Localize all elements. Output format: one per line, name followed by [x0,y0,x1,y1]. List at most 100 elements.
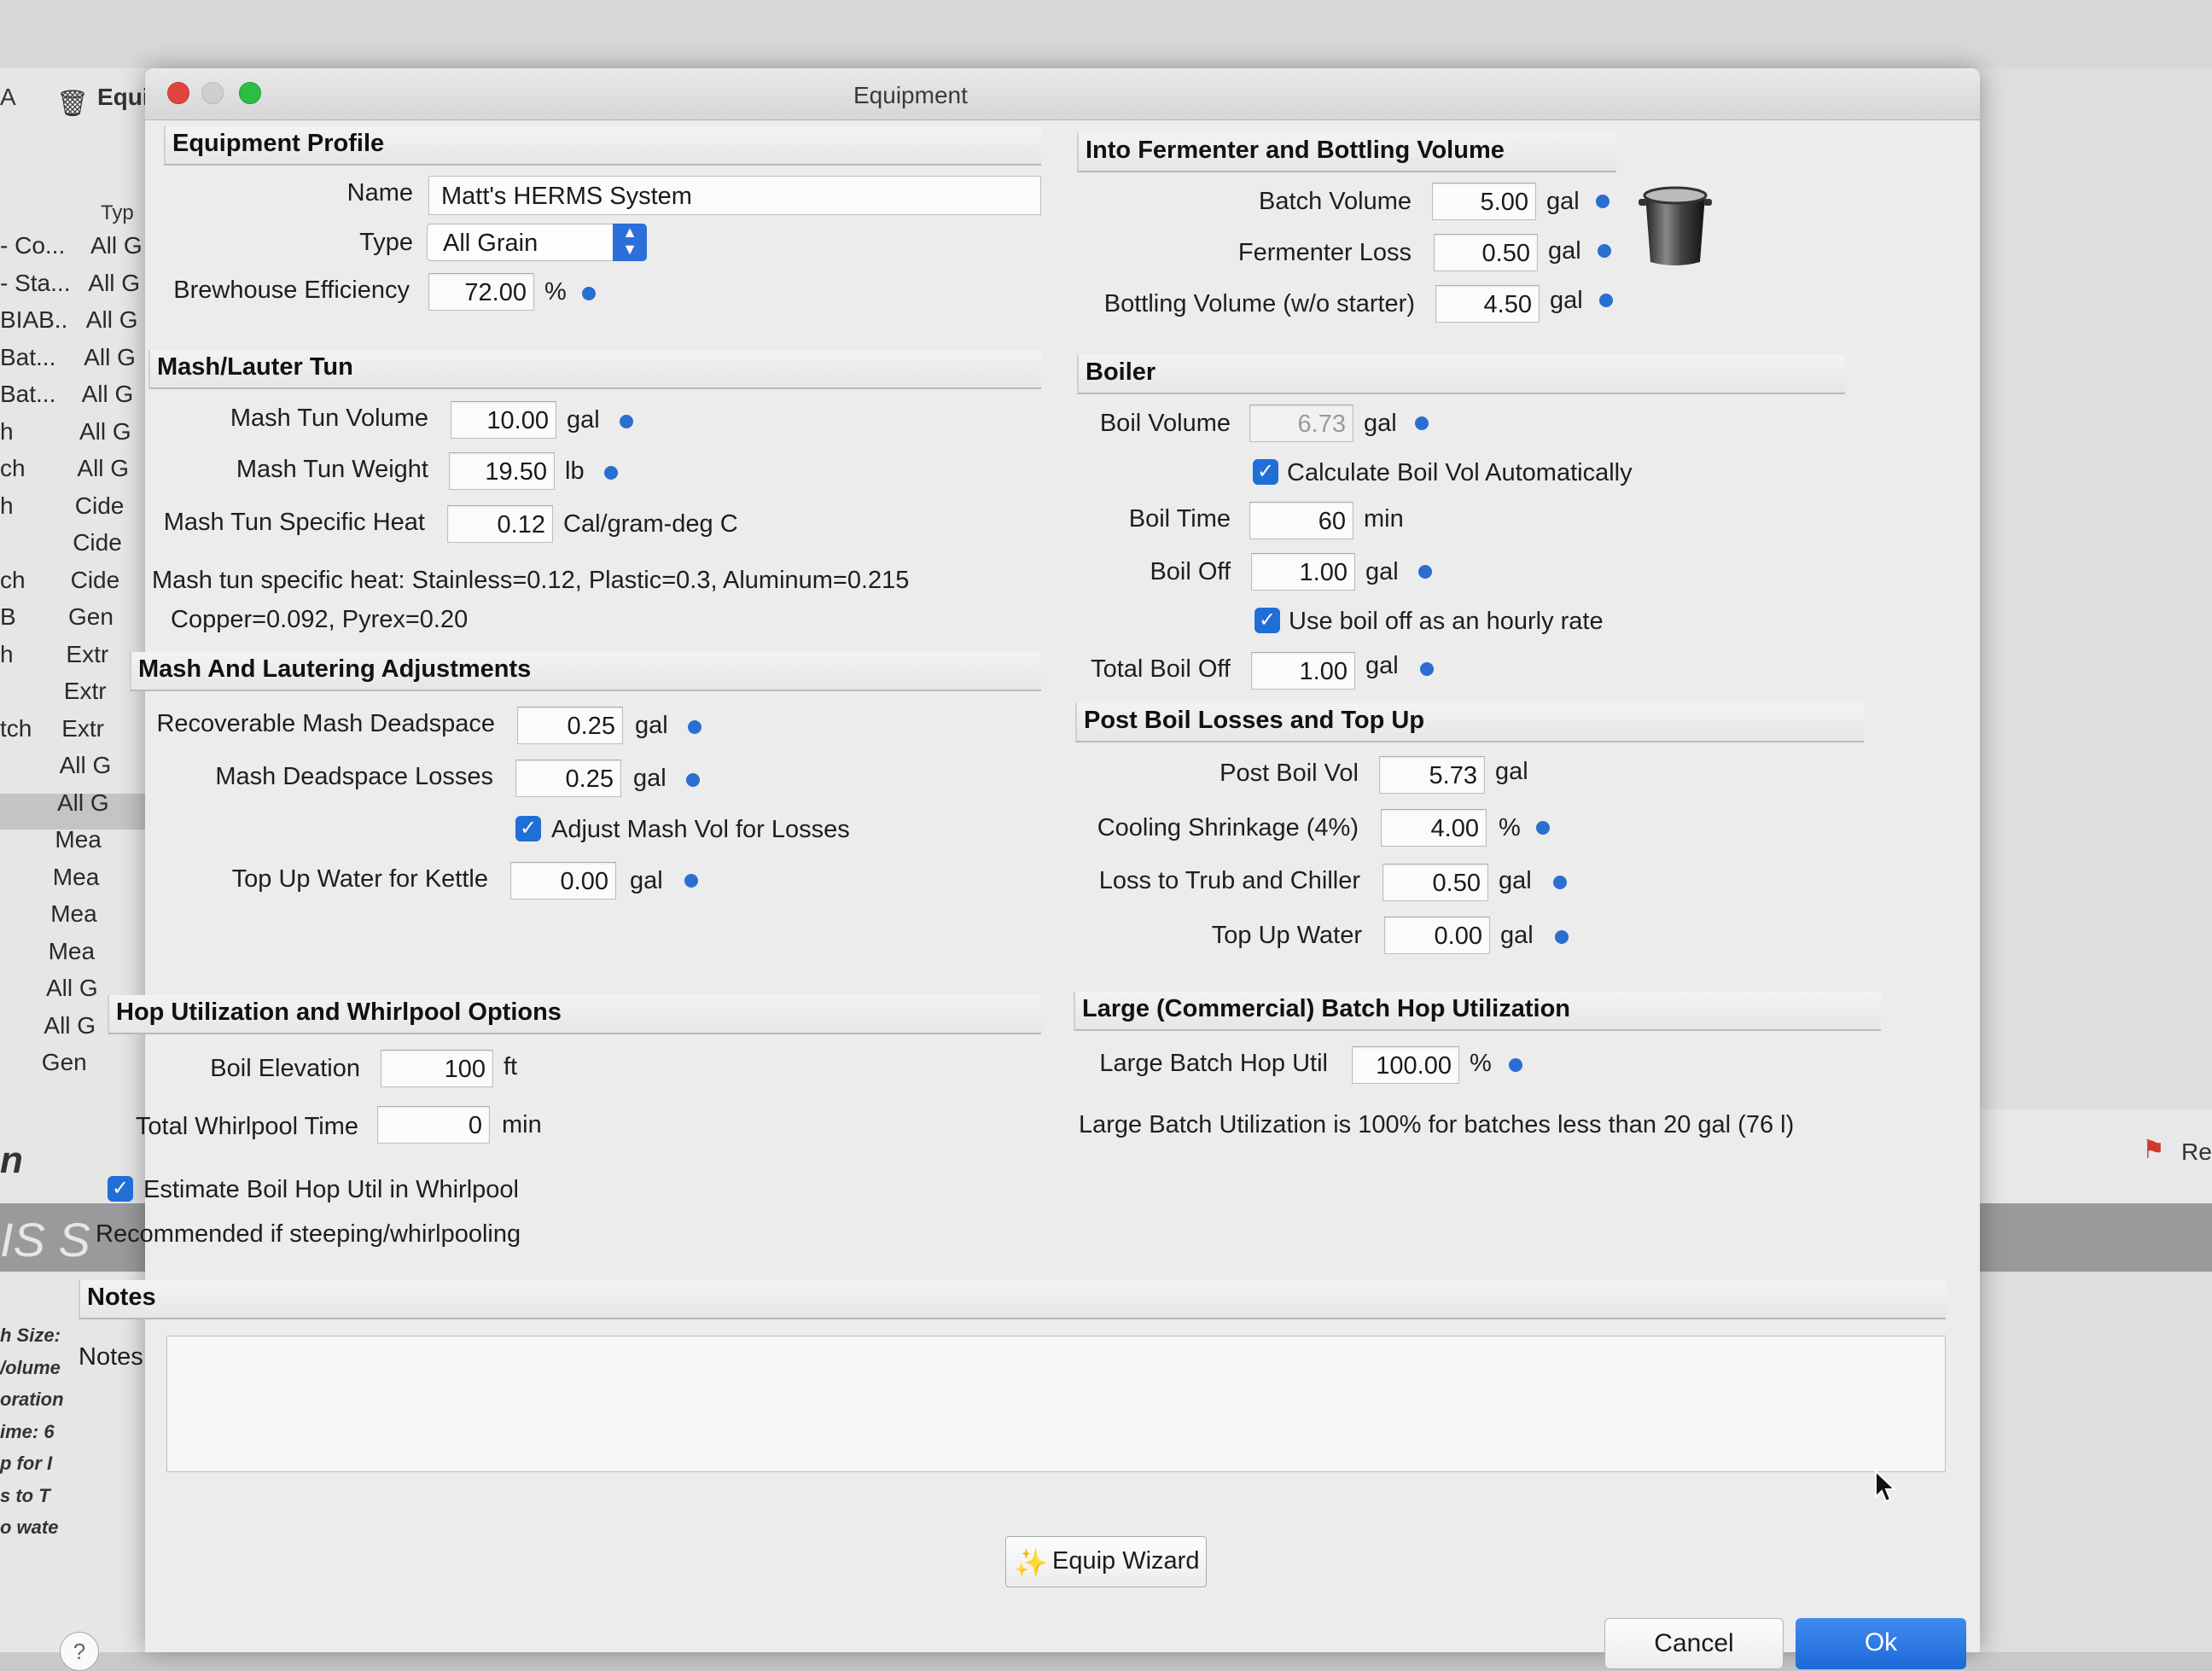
calc-boil-vol-checkbox[interactable]: ✓ [1253,459,1278,485]
info-dot-icon[interactable] [686,773,700,787]
large-batch-util-label: Large Batch Hop Util [1099,1050,1328,1077]
bottling-volume-input[interactable]: 4.50 [1435,285,1540,323]
info-dot-icon[interactable] [1598,244,1611,258]
background-list-item-name[interactable]: B [0,603,16,631]
background-list-item-type[interactable]: Gen [68,603,114,631]
background-list-item-type[interactable]: All G [86,306,138,334]
info-dot-icon[interactable] [684,874,698,888]
background-recipe-label: ime: 6 [0,1420,55,1442]
background-list-item-type[interactable]: Extr [66,641,108,668]
background-list-item-type[interactable]: Extr [64,678,107,705]
cooling-shrinkage-input[interactable]: 4.00 [1381,809,1487,847]
mash-tun-volume-input[interactable]: 10.00 [451,401,556,439]
mash-tun-heat-input[interactable]: 0.12 [447,505,553,543]
info-dot-icon[interactable] [1596,195,1610,208]
fermenter-loss-input[interactable]: 0.50 [1434,234,1538,271]
hourly-rate-checkbox[interactable]: ✓ [1254,608,1280,633]
zoom-window-button[interactable] [239,82,261,104]
background-list-item-name[interactable]: h [0,418,14,445]
info-dot-icon[interactable] [582,287,596,300]
top-up-water-input[interactable]: 0.00 [1384,917,1490,954]
background-list-item-type[interactable]: All G [82,381,134,408]
info-dot-icon[interactable] [1509,1058,1522,1072]
boil-time-input[interactable]: 60 [1249,502,1353,539]
background-list-item-name[interactable]: h [0,641,14,668]
background-list-item-name[interactable]: ch [0,567,26,594]
info-dot-icon[interactable] [620,415,633,428]
background-list-item-name[interactable]: Bat... [0,381,55,408]
background-list-item-name[interactable]: - Sta... [0,270,70,297]
top-up-water-unit: gal [1500,922,1534,949]
post-boil-vol-input[interactable]: 5.73 [1379,756,1485,794]
background-list-item-type[interactable]: Cide [71,567,120,594]
whirlpool-time-input[interactable]: 0 [377,1106,490,1144]
background-list-item-type[interactable]: Cide [73,529,122,556]
info-dot-icon[interactable] [1553,876,1567,889]
adjust-mash-vol-checkbox[interactable]: ✓ [515,816,541,841]
total-boil-off-input[interactable]: 1.00 [1251,652,1355,690]
batch-volume-input[interactable]: 5.00 [1432,183,1536,220]
background-list-item-name[interactable]: Bat... [0,344,55,371]
background-recipe-label: o wate [0,1517,59,1538]
minimize-window-button[interactable] [201,82,224,104]
info-dot-icon[interactable] [1536,821,1550,835]
estimate-hop-util-checkbox[interactable]: ✓ [108,1176,133,1202]
title-bar[interactable] [145,68,1980,120]
boil-off-input[interactable]: 1.00 [1251,553,1355,591]
brewhouse-efficiency-input[interactable]: 72.00 [428,273,534,311]
cancel-button[interactable]: Cancel [1604,1618,1784,1669]
background-list-item-type[interactable]: All G [90,232,143,259]
topup-kettle-input[interactable]: 0.00 [510,862,616,900]
mash-tun-weight-input[interactable]: 19.50 [449,452,555,490]
boil-elevation-input[interactable]: 100 [381,1050,493,1087]
info-dot-icon[interactable] [1418,565,1432,579]
batch-volume-unit: gal [1546,188,1580,215]
background-top-text: A [0,84,16,110]
background-list-item-type[interactable]: Mea [50,900,96,928]
background-list-item-type[interactable]: All G [57,789,109,817]
deadspace-losses-input[interactable]: 0.25 [515,760,621,797]
help-button[interactable]: ? [60,1632,99,1671]
info-dot-icon[interactable] [1555,930,1569,944]
boil-volume-input[interactable]: 6.73 [1249,405,1353,442]
background-list-item-name[interactable]: h [0,492,14,520]
background-column-header[interactable]: Typ [101,201,134,225]
background-list-item-type[interactable]: Extr [61,715,104,742]
background-list-item-name[interactable]: tch [0,715,32,742]
background-recipe-label: p for I [0,1453,53,1474]
background-list-item-type[interactable]: Mea [55,826,101,853]
background-list-item-type[interactable]: All G [46,975,98,1002]
recoverable-deadspace-input[interactable]: 0.25 [517,707,623,744]
boiler-header: Boiler [1077,355,1845,394]
background-list-item-type[interactable]: All G [44,1012,96,1039]
background-recipe-label: h Size: [0,1325,61,1346]
notes-textarea[interactable] [166,1336,1946,1472]
boil-off-unit: gal [1365,558,1399,585]
background-tab-label[interactable]: Equi [97,84,149,111]
info-dot-icon[interactable] [1415,416,1429,430]
background-list-item-name[interactable]: BIAB.. [0,306,67,334]
info-dot-icon[interactable] [604,466,618,480]
ok-button[interactable]: Ok [1796,1618,1966,1669]
info-dot-icon[interactable] [1420,662,1434,676]
background-list-item-type[interactable]: All G [79,418,131,445]
specific-heat-note-line2: Copper=0.092, Pyrex=0.20 [171,606,469,633]
background-list-item-type[interactable]: All G [60,752,112,779]
background-list-item-type[interactable]: Gen [42,1049,87,1076]
background-list-item-type[interactable]: All G [77,455,129,482]
large-batch-util-input[interactable]: 100.00 [1352,1046,1459,1084]
bottling-volume-unit: gal [1550,287,1583,314]
trub-chiller-input[interactable]: 0.50 [1382,864,1488,901]
info-dot-icon[interactable] [1599,294,1613,307]
background-list-item-type[interactable]: Mea [49,938,95,965]
background-list-item-type[interactable]: Cide [75,492,125,520]
background-list-item-type[interactable]: All G [84,344,136,371]
background-list-item-type[interactable]: Mea [53,864,99,891]
background-list-item-name[interactable]: - Co... [0,232,65,259]
name-input[interactable]: Matt's HERMS System [428,176,1041,215]
cooling-shrinkage-unit: % [1499,814,1521,841]
close-window-button[interactable] [167,82,189,104]
background-list-item-name[interactable]: ch [0,455,26,482]
info-dot-icon[interactable] [688,720,701,734]
select-arrows-icon[interactable]: ▲ ▼ [613,224,647,261]
